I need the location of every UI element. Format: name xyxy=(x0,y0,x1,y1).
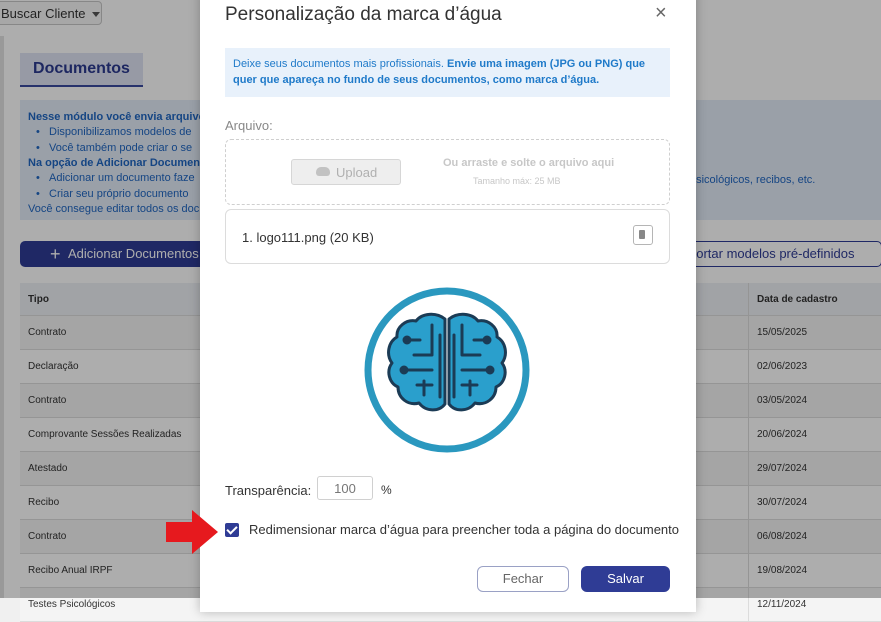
red-arrow-icon xyxy=(166,510,218,554)
transparency-input[interactable] xyxy=(317,476,373,500)
file-label: Arquivo: xyxy=(225,118,273,133)
close-icon[interactable]: × xyxy=(655,2,667,25)
upload-label: Upload xyxy=(336,165,378,180)
brain-logo xyxy=(364,287,530,453)
info-note: Deixe seus documentos mais profissionais… xyxy=(225,48,670,97)
transparency-label: Transparência: xyxy=(225,483,312,498)
resize-label[interactable]: Redimensionar marca d’água para preenche… xyxy=(249,522,679,537)
resize-checkbox[interactable] xyxy=(225,523,239,537)
upload-button[interactable]: Upload xyxy=(291,159,401,185)
file-name: 1. logo111.png (20 KB) xyxy=(242,230,374,245)
trash-icon[interactable] xyxy=(633,225,653,245)
drop-max-size: Tamanho máx: 25 MB xyxy=(473,176,561,186)
file-drop-zone[interactable]: Upload Ou arraste e solte o arquivo aqui… xyxy=(225,139,670,205)
uploaded-file-row: 1. logo111.png (20 KB) xyxy=(225,209,670,264)
modal-title: Personalização da marca d’água xyxy=(225,4,502,25)
percent-label: % xyxy=(381,483,392,497)
info-note-text: Deixe seus documentos mais profissionais… xyxy=(233,58,447,70)
drop-text: Ou arraste e solte o arquivo aqui xyxy=(443,157,615,169)
cloud-upload-icon xyxy=(316,167,330,176)
watermark-modal: Personalização da marca d’água × Deixe s… xyxy=(200,0,696,612)
close-button[interactable]: Fechar xyxy=(477,566,569,592)
save-button[interactable]: Salvar xyxy=(581,566,670,592)
